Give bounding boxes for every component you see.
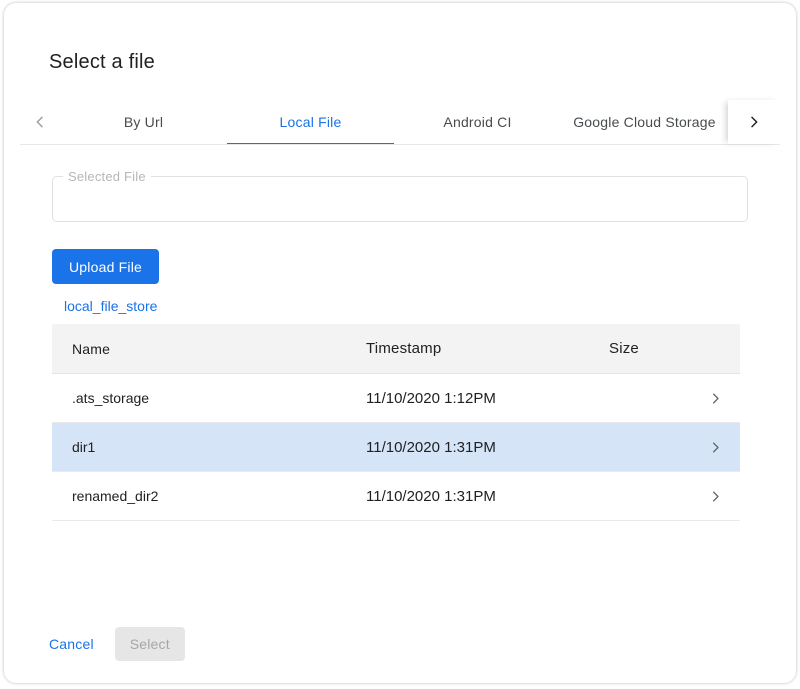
tabs: By Url Local File Android CI Google Clou… <box>60 100 728 144</box>
row-name: renamed_dir2 <box>52 488 366 504</box>
selected-file-input[interactable] <box>53 177 747 221</box>
chevron-right-icon <box>746 114 762 130</box>
table-row[interactable]: dir1 11/10/2020 1:31PM <box>52 423 740 472</box>
row-timestamp: 11/10/2020 1:31PM <box>366 488 609 505</box>
table-row[interactable]: renamed_dir2 11/10/2020 1:31PM <box>52 472 740 521</box>
upload-file-button[interactable]: Upload File <box>52 249 159 284</box>
dialog-actions: Cancel Select <box>49 627 185 661</box>
tabs-scroll-right-button[interactable] <box>728 100 780 144</box>
table-body: .ats_storage 11/10/2020 1:12PM dir1 11/1… <box>52 374 740 521</box>
header-name: Name <box>52 341 366 357</box>
dialog-title: Select a file <box>49 49 796 75</box>
file-table: Name Timestamp Size .ats_storage 11/10/2… <box>52 324 740 521</box>
selected-file-label: Selected File <box>63 169 151 184</box>
table-header-row: Name Timestamp Size <box>52 324 740 374</box>
header-timestamp: Timestamp <box>366 340 609 357</box>
tab-google-cloud-storage[interactable]: Google Cloud Storage <box>561 100 728 144</box>
header-size: Size <box>609 340 691 357</box>
chevron-right-icon[interactable] <box>691 440 740 455</box>
tab-local-file[interactable]: Local File <box>227 100 394 144</box>
select-file-dialog: Select a file By Url Local File Android … <box>4 3 796 683</box>
dialog-content: Selected File Upload File local_file_sto… <box>4 176 796 521</box>
tab-by-url[interactable]: By Url <box>60 100 227 144</box>
tab-bar: By Url Local File Android CI Google Clou… <box>20 100 780 145</box>
chevron-right-icon[interactable] <box>691 391 740 406</box>
tab-android-ci[interactable]: Android CI <box>394 100 561 144</box>
select-button[interactable]: Select <box>115 627 185 661</box>
row-name: dir1 <box>52 439 366 455</box>
chevron-left-icon <box>32 114 48 130</box>
cancel-button[interactable]: Cancel <box>49 628 94 660</box>
row-name: .ats_storage <box>52 390 366 406</box>
tabs-scroll-left-button[interactable] <box>20 100 60 144</box>
chevron-right-icon[interactable] <box>691 489 740 504</box>
local-file-store-link[interactable]: local_file_store <box>64 298 157 314</box>
table-row[interactable]: .ats_storage 11/10/2020 1:12PM <box>52 374 740 423</box>
selected-file-field: Selected File <box>52 176 748 222</box>
row-timestamp: 11/10/2020 1:12PM <box>366 390 609 407</box>
row-timestamp: 11/10/2020 1:31PM <box>366 439 609 456</box>
